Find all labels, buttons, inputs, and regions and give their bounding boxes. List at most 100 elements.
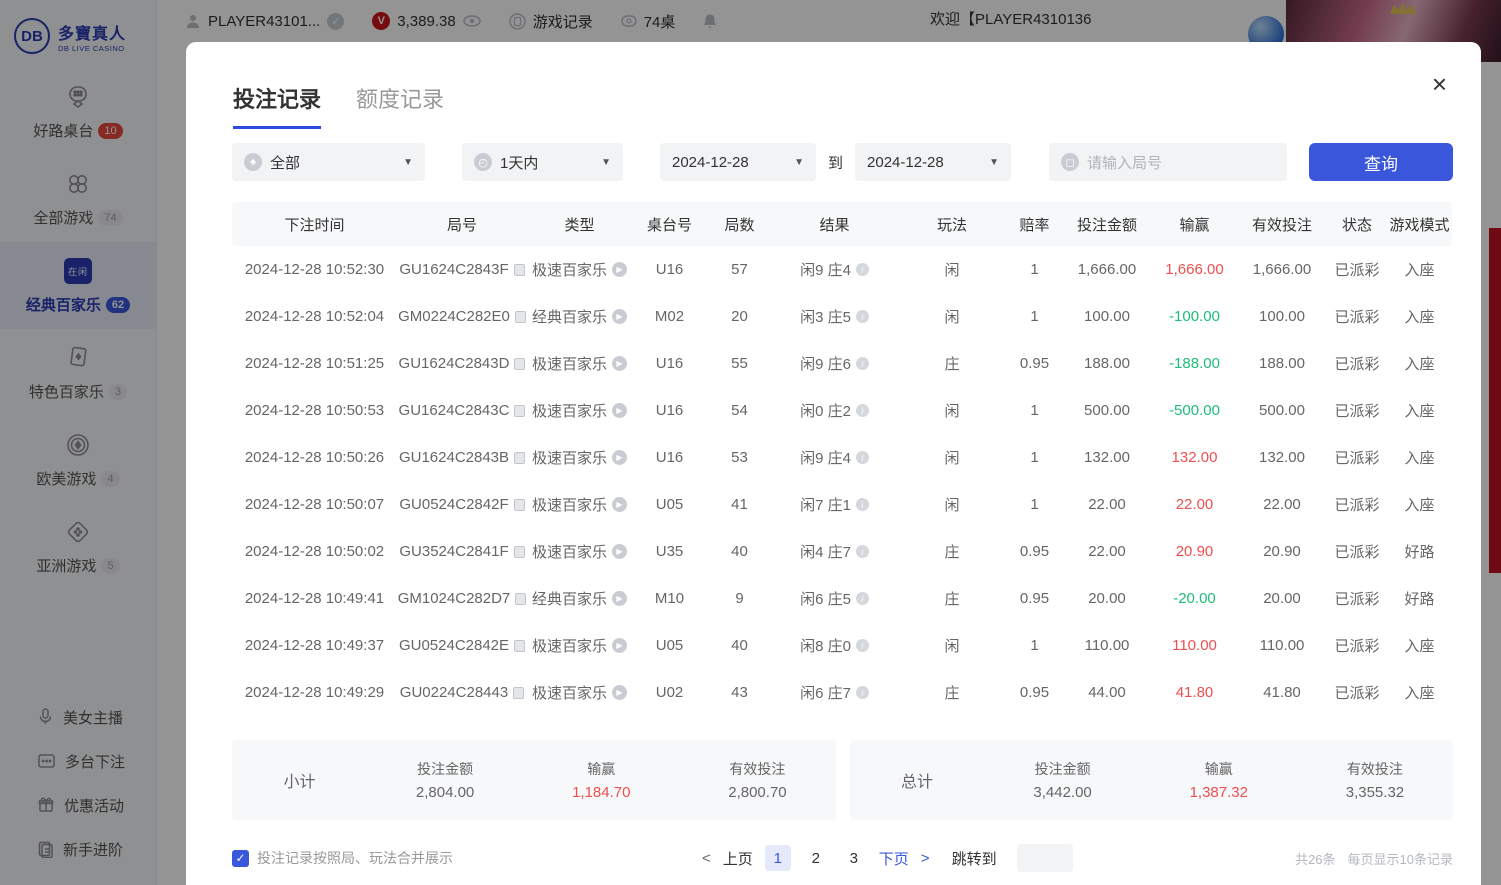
- play-icon[interactable]: ▶: [612, 544, 627, 559]
- cell-round-count: 40: [707, 543, 772, 560]
- cell-bet-time: 2024-12-28 10:50:07: [232, 496, 397, 513]
- cell-winloss: -500.00: [1152, 402, 1237, 419]
- total-bet-label: 投注金额: [985, 759, 1141, 779]
- info-icon[interactable]: i: [856, 404, 869, 417]
- prev-arrow-icon[interactable]: <: [702, 850, 711, 867]
- copy-icon[interactable]: [514, 499, 525, 511]
- play-icon[interactable]: ▶: [612, 450, 627, 465]
- play-icon[interactable]: ▶: [612, 403, 627, 418]
- cell-round-count: 43: [707, 684, 772, 701]
- chevron-down-icon: ▼: [794, 157, 804, 168]
- play-icon[interactable]: ▶: [612, 591, 627, 606]
- copy-icon[interactable]: [515, 311, 526, 323]
- cell-play: 庄: [897, 682, 1007, 703]
- tab-quota-records[interactable]: 额度记录: [356, 82, 444, 129]
- info-icon[interactable]: i: [856, 639, 869, 652]
- search-button[interactable]: 查询: [1309, 143, 1453, 181]
- cell-result: 闲8 庄0i: [772, 635, 897, 656]
- info-icon[interactable]: i: [856, 310, 869, 323]
- spade-icon: ♠: [244, 153, 262, 171]
- info-icon[interactable]: i: [856, 545, 869, 558]
- cell-round-count: 57: [707, 261, 772, 278]
- cell-game-mode: 入座: [1387, 306, 1452, 327]
- table-row: 2024-12-28 10:50:26GU1624C2843B极速百家乐▶U16…: [232, 434, 1452, 481]
- table-row: 2024-12-28 10:49:29GU0224C28443极速百家乐▶U02…: [232, 669, 1452, 716]
- page-button-2[interactable]: 2: [803, 845, 829, 871]
- next-page-button[interactable]: 下页: [879, 848, 909, 869]
- cell-bet-time: 2024-12-28 10:50:53: [232, 402, 397, 419]
- copy-icon[interactable]: [515, 593, 526, 605]
- play-icon[interactable]: ▶: [612, 638, 627, 653]
- cell-round-id: GU3524C2841F: [397, 543, 527, 560]
- subtotal-bet-value: 2,804.00: [367, 784, 523, 801]
- cell-round-id: GU0224C28443: [397, 684, 527, 701]
- page-button-1[interactable]: 1: [765, 845, 791, 871]
- info-icon[interactable]: i: [856, 357, 869, 370]
- cell-odds: 1: [1007, 261, 1062, 278]
- cell-play: 庄: [897, 588, 1007, 609]
- table-row: 2024-12-28 10:49:37GU0524C2842E极速百家乐▶U05…: [232, 622, 1452, 669]
- cell-bet-time: 2024-12-28 10:50:02: [232, 543, 397, 560]
- jump-to-input[interactable]: [1017, 844, 1073, 872]
- tab-bet-records[interactable]: 投注记录: [233, 82, 321, 129]
- cell-valid-bet: 20.90: [1237, 543, 1327, 560]
- prev-page-button[interactable]: 上页: [723, 848, 753, 869]
- close-icon[interactable]: ×: [1432, 71, 1447, 97]
- bet-records-modal: × 投注记录 额度记录 ♠ 全部 ▼ ◴ 1天内 ▼ 2024-12-28 ▼ …: [186, 42, 1481, 885]
- date-from-picker[interactable]: 2024-12-28 ▼: [660, 143, 816, 181]
- play-icon[interactable]: ▶: [612, 497, 627, 512]
- copy-icon[interactable]: [514, 640, 525, 652]
- category-select[interactable]: ♠ 全部 ▼: [232, 143, 425, 181]
- cell-bet-time: 2024-12-28 10:49:37: [232, 637, 397, 654]
- cell-bet-amount: 44.00: [1062, 684, 1152, 701]
- table-body: 2024-12-28 10:52:30GU1624C2843F极速百家乐▶U16…: [232, 246, 1452, 716]
- round-id-input[interactable]: ◻ 请输入局号: [1049, 143, 1287, 181]
- cell-play: 闲: [897, 447, 1007, 468]
- cell-round-id: GM1024C282D7: [397, 590, 527, 607]
- total-title: 总计: [850, 768, 985, 792]
- cell-winloss: 22.00: [1152, 496, 1237, 513]
- info-icon[interactable]: i: [856, 592, 869, 605]
- page-button-3[interactable]: 3: [841, 845, 867, 871]
- header-cell: 投注金额: [1062, 214, 1152, 235]
- header-cell: 结果: [772, 214, 897, 235]
- subtotal-bet-label: 投注金额: [367, 759, 523, 779]
- table-row: 2024-12-28 10:51:25GU1624C2843D极速百家乐▶U16…: [232, 340, 1452, 387]
- round-id-placeholder: 请输入局号: [1087, 152, 1162, 173]
- merge-checkbox[interactable]: ✓: [232, 850, 249, 867]
- date-to-picker[interactable]: 2024-12-28 ▼: [855, 143, 1011, 181]
- modal-tabs: 投注记录 额度记录: [233, 82, 444, 129]
- copy-icon[interactable]: [514, 546, 525, 558]
- cell-game-mode: 好路: [1387, 588, 1452, 609]
- next-arrow-icon[interactable]: >: [921, 850, 930, 867]
- cell-play: 闲: [897, 400, 1007, 421]
- play-icon[interactable]: ▶: [612, 356, 627, 371]
- time-range-select[interactable]: ◴ 1天内 ▼: [462, 143, 623, 181]
- cell-status: 已派彩: [1327, 494, 1387, 515]
- info-icon[interactable]: i: [856, 686, 869, 699]
- cell-game-mode: 好路: [1387, 541, 1452, 562]
- copy-icon[interactable]: [513, 687, 524, 699]
- cell-odds: 1: [1007, 308, 1062, 325]
- cell-round-count: 20: [707, 308, 772, 325]
- cell-valid-bet: 188.00: [1237, 355, 1327, 372]
- info-icon[interactable]: i: [856, 498, 869, 511]
- info-icon[interactable]: i: [856, 263, 869, 276]
- cell-game-type: 极速百家乐▶: [527, 541, 632, 562]
- copy-icon[interactable]: [514, 452, 525, 464]
- play-icon[interactable]: ▶: [612, 262, 627, 277]
- info-icon[interactable]: i: [856, 451, 869, 464]
- copy-icon[interactable]: [514, 358, 525, 370]
- table-row: 2024-12-28 10:49:41GM1024C282D7经典百家乐▶M10…: [232, 575, 1452, 622]
- header-cell: 游戏模式: [1387, 214, 1452, 235]
- copy-icon[interactable]: [514, 264, 525, 276]
- table-row: 2024-12-28 10:50:02GU3524C2841F极速百家乐▶U35…: [232, 528, 1452, 575]
- table-row: 2024-12-28 10:52:30GU1624C2843F极速百家乐▶U16…: [232, 246, 1452, 293]
- play-icon[interactable]: ▶: [612, 685, 627, 700]
- cell-table-no: U16: [632, 402, 707, 419]
- header-cell: 桌台号: [632, 214, 707, 235]
- cell-bet-amount: 500.00: [1062, 402, 1152, 419]
- play-icon[interactable]: ▶: [612, 309, 627, 324]
- cell-odds: 0.95: [1007, 684, 1062, 701]
- copy-icon[interactable]: [514, 405, 525, 417]
